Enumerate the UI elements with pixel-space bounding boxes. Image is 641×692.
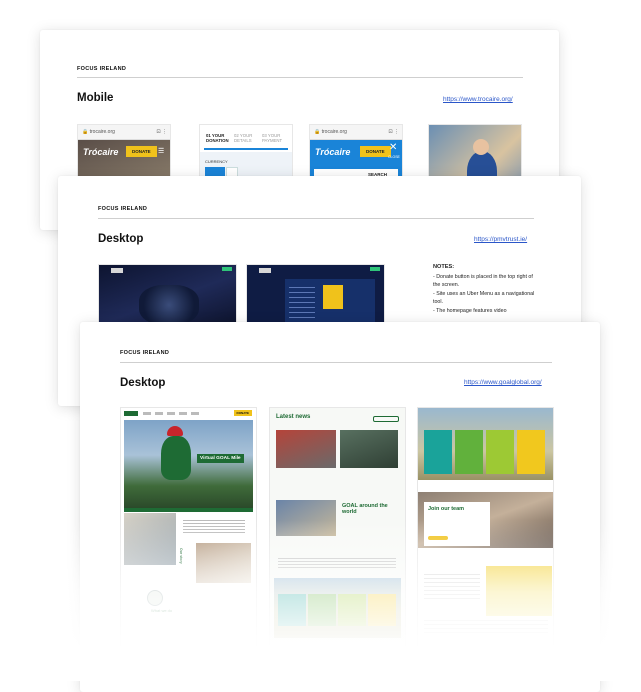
note-item: - The homepage features video	[433, 308, 507, 315]
card-link[interactable]: https://www.goalglobal.org/	[464, 379, 542, 386]
donate-promo[interactable]	[486, 566, 552, 616]
service-tile-teal[interactable]	[278, 594, 306, 626]
card-divider	[120, 362, 552, 363]
donate-button[interactable]: DONATE	[233, 410, 252, 416]
trocaire-logo: Trócaire	[315, 147, 351, 157]
card-divider	[77, 77, 523, 78]
latest-news-title: Latest news	[276, 414, 311, 420]
close-icon[interactable]: ✕	[389, 142, 397, 153]
card-link[interactable]: https://www.trocaire.org/	[443, 96, 513, 103]
browser-address-bar: 🔒 trocaire.org ⊡ ⋮	[310, 125, 402, 140]
child-face	[473, 139, 489, 155]
url-text: trocaire.org	[321, 129, 347, 135]
goal-screenshot-services: Join our team	[417, 407, 554, 669]
step-indicator	[204, 148, 288, 150]
card-divider	[98, 218, 534, 219]
currency-label: CURRENCY	[205, 159, 228, 164]
news-thumb-1	[276, 430, 336, 468]
footer-links[interactable]	[424, 620, 548, 636]
card-title: Desktop	[98, 233, 144, 245]
close-label: CLOSE	[388, 155, 400, 159]
tab-icon: ⊡ ⋮	[388, 129, 399, 135]
globe-icon	[147, 590, 163, 606]
goal-screenshot-home: DONATE Virtual GOAL Mile Our story What …	[120, 407, 257, 669]
hero-green-strip	[124, 508, 253, 512]
card-brand: FOCUS IRELAND	[120, 350, 170, 356]
news-thumb-2	[340, 430, 398, 468]
nav-links[interactable]	[143, 412, 203, 415]
trocaire-logo: Trócaire	[83, 147, 119, 157]
card-brand: FOCUS IRELAND	[98, 206, 148, 212]
newsletter-section	[424, 574, 480, 602]
hero-caption: Virtual GOAL Mile	[197, 454, 244, 463]
step-2-label: 02 YOUR DETAILS	[234, 133, 253, 143]
service-tile-yellow[interactable]	[368, 594, 396, 626]
service-tile-lime[interactable]	[338, 594, 366, 626]
notes-heading: NOTES:	[433, 264, 455, 270]
lock-icon: 🔒	[314, 129, 321, 135]
view-all-button[interactable]	[373, 416, 399, 422]
join-team-title: Join our team	[428, 506, 465, 512]
service-tile-green[interactable]	[308, 594, 336, 626]
step-1-label: 01 YOUR DONATION	[206, 133, 229, 143]
card-title: Mobile	[77, 92, 114, 104]
donate-button[interactable]	[370, 267, 380, 271]
card-link[interactable]: https://pmvtrust.ie/	[474, 236, 527, 243]
service-tile-lime[interactable]	[486, 430, 514, 474]
santa-hat-icon	[167, 426, 183, 436]
desktop-card-goal: FOCUS IRELAND Desktop https://www.goalgl…	[80, 322, 600, 692]
note-item: - Donate button is placed in the top rig…	[433, 274, 533, 288]
our-story-label: Our story	[179, 548, 183, 564]
hero-person	[161, 436, 191, 480]
service-tile-green[interactable]	[455, 430, 483, 474]
donate-button[interactable]: DONATE	[126, 146, 157, 157]
join-team-button[interactable]	[428, 536, 448, 540]
step-3-label: 03 YOUR PAYMENT	[262, 133, 283, 143]
lock-icon: 🔒	[82, 129, 89, 135]
goal-logo	[124, 411, 138, 416]
url-text: trocaire.org	[89, 129, 115, 135]
goal-screenshot-news: Latest news GOAL around the world	[269, 407, 406, 669]
world-photo	[276, 500, 336, 536]
card-brand: FOCUS IRELAND	[77, 66, 127, 72]
browser-address-bar: 🔒 trocaire.org ⊡ ⋮	[78, 125, 170, 140]
around-world-title: GOAL around the world	[342, 503, 388, 515]
tab-icon: ⊡ ⋮	[156, 129, 167, 135]
what-we-do-label: What we do	[151, 608, 173, 613]
notes-box: NOTES: - Donate button is placed in the …	[433, 264, 537, 315]
story-photo	[196, 543, 251, 583]
world-text	[278, 558, 396, 568]
donate-button[interactable]: DONATE	[360, 146, 391, 157]
hero-photo	[139, 285, 199, 325]
hero-photo-2	[124, 513, 176, 565]
service-tile-teal[interactable]	[424, 430, 452, 474]
note-item: - Site uses an Uber Menu as a navigation…	[433, 291, 535, 305]
card-title: Desktop	[120, 377, 166, 389]
site-logo	[111, 268, 123, 273]
intro-text	[183, 520, 245, 534]
site-logo	[259, 268, 271, 273]
menu-feature-image	[323, 285, 343, 309]
menu-icon[interactable]: ☰	[158, 147, 164, 155]
menu-links[interactable]	[289, 287, 315, 323]
service-tile-yellow[interactable]	[517, 430, 545, 474]
donate-button[interactable]	[222, 267, 232, 271]
